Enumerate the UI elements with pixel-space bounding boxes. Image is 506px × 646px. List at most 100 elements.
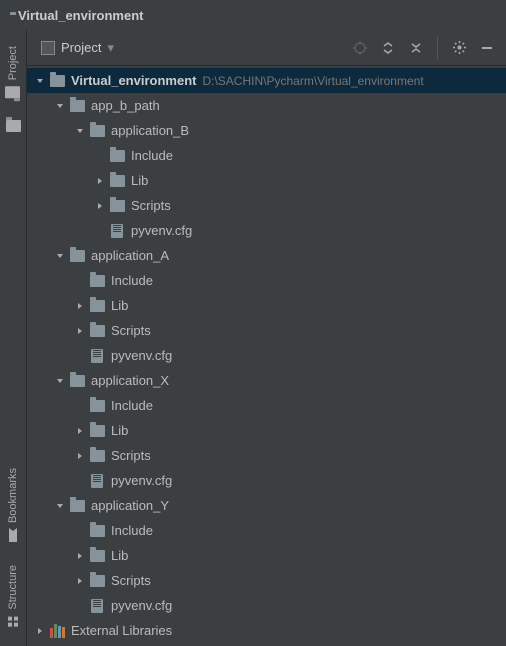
tree-label: application_B [111,123,189,138]
chevron-right-icon[interactable] [93,174,107,188]
chevron-right-icon[interactable] [93,199,107,213]
tree-folder[interactable]: Lib [27,543,506,568]
tree-label: Scripts [111,323,151,338]
titlebar: Virtual_environment [0,0,506,30]
window-title: Virtual_environment [18,8,143,23]
folder-icon [89,448,105,464]
folder-icon [69,248,85,264]
folder-icon [89,523,105,539]
tree-root[interactable]: Virtual_environment D:\SACHIN\Pycharm\Vi… [27,68,506,93]
hide-icon[interactable] [476,37,498,59]
tree-folder[interactable]: Scripts [27,193,506,218]
file-icon [109,223,125,239]
tree-folder[interactable]: app_b_path [27,93,506,118]
tree-external-libraries[interactable]: External Libraries [27,618,506,643]
tree-file[interactable]: pyvenv.cfg [27,218,506,243]
sidebar-structure[interactable]: Structure [5,557,21,638]
folder-icon [49,73,65,89]
tree-folder[interactable]: Scripts [27,443,506,468]
tree-label: Include [111,273,153,288]
folder-icon [89,323,105,339]
tool-sidebar: Project Bookmarks Structure [0,30,26,646]
tree-folder[interactable]: application_Y [27,493,506,518]
tree-folder[interactable]: application_B [27,118,506,143]
tree-label: app_b_path [91,98,160,113]
folder-icon [109,198,125,214]
tree-label: Include [111,398,153,413]
file-icon [89,473,105,489]
tree-folder[interactable]: Include [27,143,506,168]
gear-icon[interactable] [448,37,470,59]
chevron-right-icon[interactable] [73,449,87,463]
tree-folder[interactable]: Lib [27,418,506,443]
sidebar-structure-label: Structure [7,565,19,610]
folder-icon [89,548,105,564]
tree-label: pyvenv.cfg [131,223,192,238]
folder-icon[interactable] [5,118,21,134]
file-icon [89,598,105,614]
tree-folder[interactable]: application_X [27,368,506,393]
chevron-down-icon[interactable] [53,99,67,113]
project-tree[interactable]: Virtual_environment D:\SACHIN\Pycharm\Vi… [27,66,506,646]
project-icon [41,41,55,55]
sidebar-bookmarks[interactable]: Bookmarks [5,460,21,551]
collapse-all-icon[interactable] [405,37,427,59]
chevron-down-icon[interactable] [53,249,67,263]
folder-icon [109,148,125,164]
tree-label: Lib [111,298,128,313]
tree-label: Lib [131,173,148,188]
chevron-right-icon[interactable] [73,549,87,563]
bookmark-icon [5,527,21,543]
folder-icon [69,498,85,514]
tree-label: Scripts [131,198,171,213]
tree-folder[interactable]: Scripts [27,318,506,343]
project-panel: Project ▾ Virtual_environment D:\SACHIN\… [26,30,506,646]
sidebar-project[interactable]: Project [5,38,21,108]
chevron-down-icon[interactable] [33,74,47,88]
chevron-right-icon[interactable] [73,299,87,313]
panel-title: Project [61,40,101,55]
tree-folder[interactable]: Scripts [27,568,506,593]
tree-folder[interactable]: Include [27,268,506,293]
tree-file[interactable]: pyvenv.cfg [27,343,506,368]
chevron-right-icon[interactable] [73,324,87,338]
folder-icon [5,84,21,100]
tree-label: Scripts [111,573,151,588]
folder-icon [69,98,85,114]
tree-label: pyvenv.cfg [111,473,172,488]
tree-label: application_Y [91,498,169,513]
separator [437,37,438,59]
tree-folder[interactable]: Lib [27,168,506,193]
tree-label: Lib [111,423,128,438]
tree-folder[interactable]: Include [27,518,506,543]
folder-icon [89,423,105,439]
locate-icon[interactable] [349,37,371,59]
tree-label: Lib [111,548,128,563]
root-name: Virtual_environment [71,73,196,88]
sidebar-project-label: Project [7,46,19,80]
folder-icon [89,398,105,414]
expand-all-icon[interactable] [377,37,399,59]
chevron-right-icon[interactable] [73,574,87,588]
chevron-down-icon[interactable] [53,499,67,513]
folder-icon [89,573,105,589]
tree-file[interactable]: pyvenv.cfg [27,593,506,618]
tree-label: application_X [91,373,169,388]
tree-file[interactable]: pyvenv.cfg [27,468,506,493]
tree-label: Include [111,523,153,538]
tree-label: Scripts [111,448,151,463]
chevron-down-icon[interactable] [53,374,67,388]
tree-folder[interactable]: Include [27,393,506,418]
folder-icon [89,298,105,314]
project-view-selector[interactable]: Project ▾ [35,37,120,59]
tree-label: pyvenv.cfg [111,598,172,613]
tree-folder[interactable]: application_A [27,243,506,268]
chevron-right-icon[interactable] [73,424,87,438]
tree-folder[interactable]: Lib [27,293,506,318]
structure-icon [5,614,21,630]
chevron-right-icon[interactable] [33,624,47,638]
tree-label: Include [131,148,173,163]
chevron-down-icon[interactable] [73,124,87,138]
file-icon [89,348,105,364]
root-path: D:\SACHIN\Pycharm\Virtual_environment [202,74,423,88]
